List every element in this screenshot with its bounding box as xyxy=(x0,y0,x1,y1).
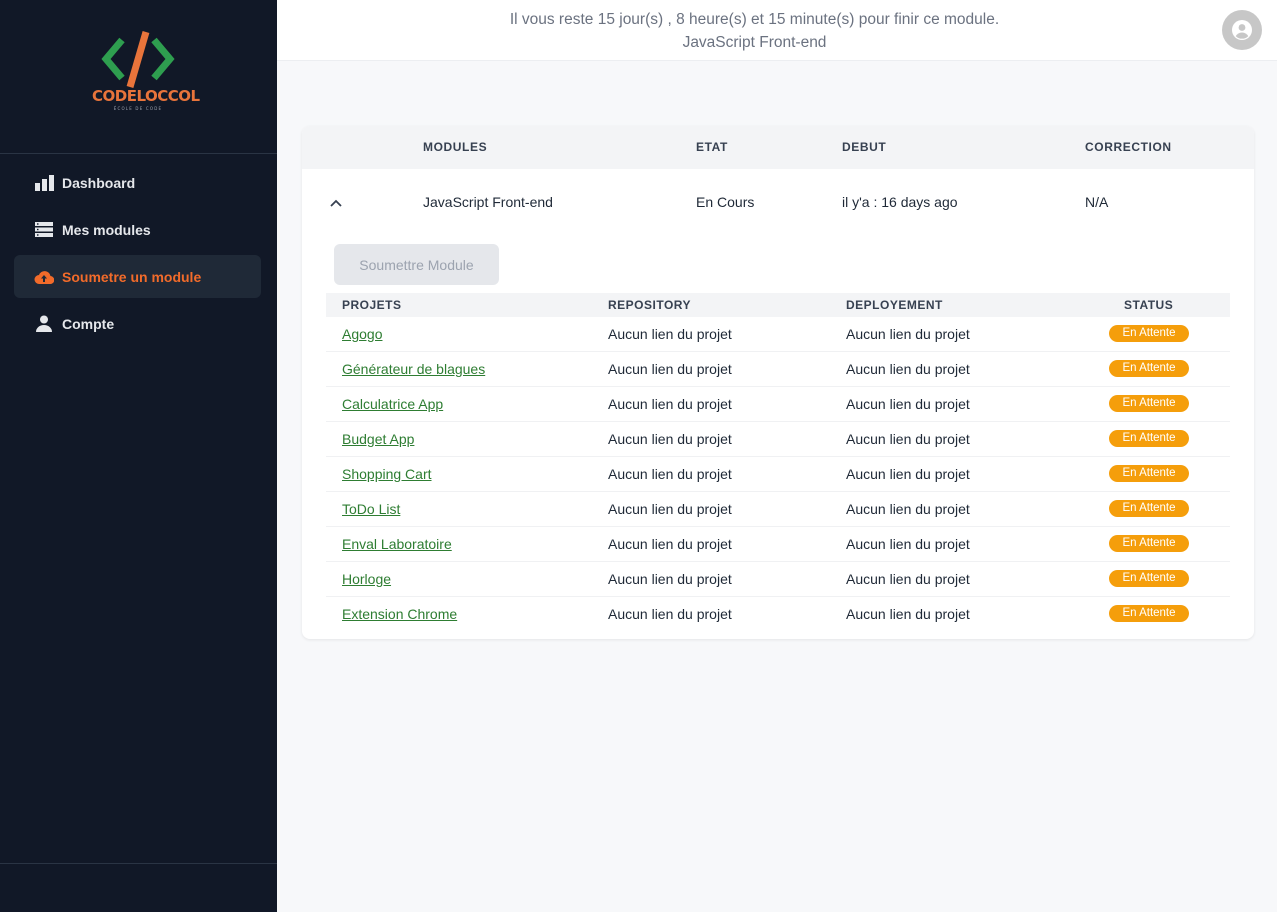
table-row: Agogo Aucun lien du projet Aucun lien du… xyxy=(326,317,1230,352)
projects-table-header: PROJETS REPOSITORY DEPLOYEMENT STATUS xyxy=(326,293,1230,317)
deployment-cell: Aucun lien du projet xyxy=(846,466,970,482)
logo-subtitle: ÉCOLE DE CODE xyxy=(113,106,163,111)
user-circle-icon xyxy=(1232,20,1252,40)
project-link[interactable]: Shopping Cart xyxy=(342,466,432,482)
repository-cell: Aucun lien du projet xyxy=(608,326,732,342)
code-brackets-icon xyxy=(101,31,175,88)
sidebar-item-compte[interactable]: Compte xyxy=(14,302,261,345)
status-badge: En Attente xyxy=(1109,360,1189,377)
current-module-name: JavaScript Front-end xyxy=(682,34,827,51)
modules-table-header: MODULES ETAT DEBUT CORRECTION xyxy=(302,126,1254,169)
sidebar-item-soumetre-module[interactable]: Soumetre un module xyxy=(14,255,261,298)
repository-cell: Aucun lien du projet xyxy=(608,571,732,587)
sidebar: CODELOCCOL ÉCOLE DE CODE Dashboard Mes m… xyxy=(0,0,277,912)
deployment-cell: Aucun lien du projet xyxy=(846,431,970,447)
submit-module-button[interactable]: Soumettre Module xyxy=(334,244,499,285)
table-row: Calculatrice App Aucun lien du projet Au… xyxy=(326,387,1230,422)
repository-cell: Aucun lien du projet xyxy=(608,466,732,482)
sidebar-item-dashboard[interactable]: Dashboard xyxy=(14,161,261,204)
deployment-cell: Aucun lien du projet xyxy=(846,571,970,587)
countdown-message: Il vous reste 15 jour(s) , 8 heure(s) et… xyxy=(277,8,1232,54)
sidebar-item-mes-modules[interactable]: Mes modules xyxy=(14,208,261,251)
sidebar-item-label: Mes modules xyxy=(62,221,151,238)
deployment-cell: Aucun lien du projet xyxy=(846,606,970,622)
status-badge: En Attente xyxy=(1109,430,1189,447)
logo[interactable]: CODELOCCOL ÉCOLE DE CODE xyxy=(92,30,200,114)
table-row: Horloge Aucun lien du projet Aucun lien … xyxy=(326,562,1230,597)
table-row: Shopping Cart Aucun lien du projet Aucun… xyxy=(326,457,1230,492)
table-row: ToDo List Aucun lien du projet Aucun lie… xyxy=(326,492,1230,527)
status-badge: En Attente xyxy=(1109,465,1189,482)
module-etat: En Cours xyxy=(696,194,755,210)
module-name: JavaScript Front-end xyxy=(423,194,553,210)
column-header-repository: REPOSITORY xyxy=(608,298,692,312)
table-row: Enval Laboratoire Aucun lien du projet A… xyxy=(326,527,1230,562)
list-icon xyxy=(34,221,54,239)
projects-table-body: Agogo Aucun lien du projet Aucun lien du… xyxy=(326,317,1230,632)
project-link[interactable]: ToDo List xyxy=(342,501,400,517)
deployment-cell: Aucun lien du projet xyxy=(846,501,970,517)
deployment-cell: Aucun lien du projet xyxy=(846,536,970,552)
repository-cell: Aucun lien du projet xyxy=(608,396,732,412)
deployment-cell: Aucun lien du projet xyxy=(846,326,970,342)
column-header-projets: PROJETS xyxy=(342,298,402,312)
status-badge: En Attente xyxy=(1109,325,1189,342)
table-row: Budget App Aucun lien du projet Aucun li… xyxy=(326,422,1230,457)
repository-cell: Aucun lien du projet xyxy=(608,606,732,622)
sidebar-divider xyxy=(0,863,277,864)
deployment-cell: Aucun lien du projet xyxy=(846,396,970,412)
module-correction: N/A xyxy=(1085,194,1109,210)
module-row: JavaScript Front-end En Cours il y'a : 1… xyxy=(302,169,1254,235)
table-row: Générateur de blagues Aucun lien du proj… xyxy=(326,352,1230,387)
bar-chart-icon xyxy=(34,174,54,192)
top-header: Il vous reste 15 jour(s) , 8 heure(s) et… xyxy=(277,0,1277,61)
repository-cell: Aucun lien du projet xyxy=(608,361,732,377)
logo-area: CODELOCCOL ÉCOLE DE CODE xyxy=(0,0,277,154)
status-badge: En Attente xyxy=(1109,395,1189,412)
sidebar-item-label: Compte xyxy=(62,315,115,332)
project-link[interactable]: Horloge xyxy=(342,571,391,587)
module-debut: il y'a : 16 days ago xyxy=(842,194,958,210)
chevron-up-icon[interactable] xyxy=(328,195,344,211)
deployment-cell: Aucun lien du projet xyxy=(846,361,970,377)
avatar[interactable] xyxy=(1222,10,1262,50)
column-header-debut: DEBUT xyxy=(842,140,887,154)
repository-cell: Aucun lien du projet xyxy=(608,431,732,447)
project-link[interactable]: Extension Chrome xyxy=(342,606,457,622)
sidebar-item-label: Dashboard xyxy=(62,174,136,191)
cloud-upload-icon xyxy=(34,268,54,286)
column-header-etat: ETAT xyxy=(696,140,728,154)
project-link[interactable]: Budget App xyxy=(342,431,414,447)
countdown-text: Il vous reste 15 jour(s) , 8 heure(s) et… xyxy=(509,11,1000,28)
status-badge: En Attente xyxy=(1109,535,1189,552)
logo-text: CODELOCCOL xyxy=(92,87,200,105)
project-link[interactable]: Calculatrice App xyxy=(342,396,443,412)
status-badge: En Attente xyxy=(1109,605,1189,622)
column-header-correction: CORRECTION xyxy=(1085,140,1172,154)
repository-cell: Aucun lien du projet xyxy=(608,536,732,552)
table-row: Extension Chrome Aucun lien du projet Au… xyxy=(326,597,1230,632)
user-icon xyxy=(34,315,54,333)
column-header-modules: MODULES xyxy=(423,140,488,154)
project-link[interactable]: Générateur de blagues xyxy=(342,361,485,377)
column-header-status: STATUS xyxy=(1124,298,1174,312)
repository-cell: Aucun lien du projet xyxy=(608,501,732,517)
project-link[interactable]: Agogo xyxy=(342,326,382,342)
sidebar-item-label: Soumetre un module xyxy=(62,268,202,285)
status-badge: En Attente xyxy=(1109,500,1189,517)
column-header-deployement: DEPLOYEMENT xyxy=(846,298,943,312)
status-badge: En Attente xyxy=(1109,570,1189,587)
module-card: MODULES ETAT DEBUT CORRECTION JavaScript… xyxy=(302,126,1254,639)
project-link[interactable]: Enval Laboratoire xyxy=(342,536,452,552)
sidebar-nav: Dashboard Mes modules Soumetre un module… xyxy=(14,161,261,349)
